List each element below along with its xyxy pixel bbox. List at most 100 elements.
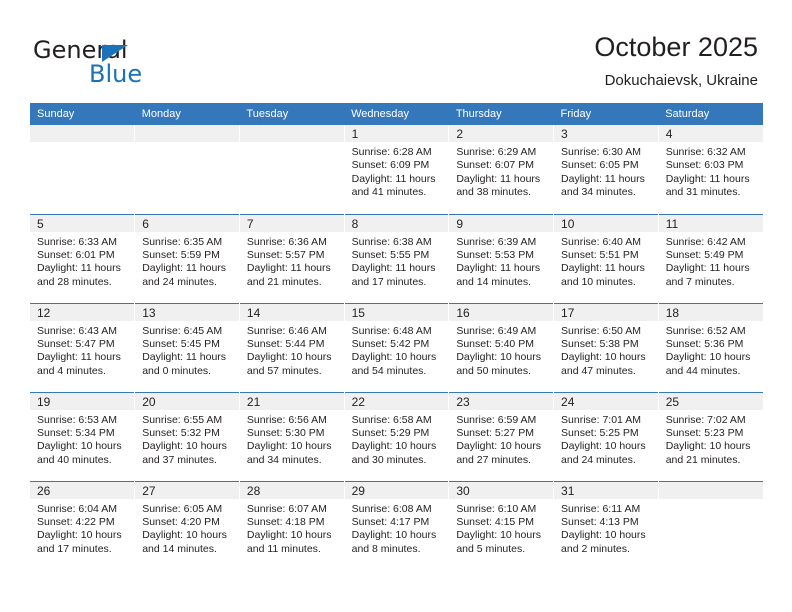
daylight-text: Daylight: 11 hours and 0 minutes. (142, 351, 227, 377)
calendar-day-cell[interactable]: 21 Sunrise: 6:56 AM Sunset: 5:30 PM Dayligh… (239, 391, 345, 481)
daylight-text: Daylight: 11 hours and 38 minutes. (456, 172, 541, 199)
calendar-day-cell[interactable]: 17 Sunrise: 6:50 AM Sunset: 5:38 PM Dayligh… (553, 302, 659, 392)
day-number: 18 (658, 303, 763, 321)
sunrise-text: Sunrise: 6:04 AM (37, 502, 117, 515)
calendar-day-cell[interactable]: 16 Sunrise: 6:49 AM Sunset: 5:40 PM Dayligh… (448, 302, 555, 392)
calendar-day-cell-empty (658, 480, 763, 570)
sunset-text: Sunset: 4:13 PM (561, 515, 639, 528)
day-details: Sunrise: 6:07 AM Sunset: 4:18 PM Daylight:… (240, 499, 344, 557)
daylight-text: Daylight: 11 hours and 7 minutes. (665, 262, 750, 288)
day-number: 6 (135, 214, 239, 232)
day-number: 9 (449, 214, 554, 232)
calendar-day-cell[interactable]: 3 Sunrise: 6:30 AM Sunset: 6:05 PM Daylight… (553, 125, 659, 214)
sunset-text: Sunset: 4:17 PM (351, 515, 430, 528)
daylight-text: Daylight: 10 hours and 30 minutes. (351, 440, 437, 466)
calendar-day-cell[interactable]: 29 Sunrise: 6:08 AM Sunset: 4:17 PM Dayligh… (344, 480, 450, 570)
calendar-day-cell[interactable]: 8 Sunrise: 6:38 AM Sunset: 5:55 PM Daylight… (344, 213, 450, 303)
calendar-day-cell[interactable]: 22 Sunrise: 6:58 AM Sunset: 5:29 PM Dayligh… (344, 391, 450, 481)
day-details: Sunrise: 6:04 AM Sunset: 4:22 PM Daylight:… (30, 499, 134, 557)
calendar-day-cell[interactable]: 2 Sunrise: 6:29 AM Sunset: 6:07 PM Daylight… (448, 125, 555, 214)
day-number: 24 (554, 392, 658, 410)
daylight-text: Daylight: 11 hours and 10 minutes. (561, 262, 645, 288)
general-blue-logo[interactable]: General Blue (33, 36, 233, 92)
calendar-day-cell[interactable]: 28 Sunrise: 6:07 AM Sunset: 4:18 PM Dayligh… (239, 480, 345, 570)
day-number: 13 (135, 303, 239, 321)
sunrise-text: Sunrise: 6:10 AM (456, 502, 537, 515)
page-title: October 2025 (594, 32, 758, 62)
sunrise-text: Sunrise: 6:55 AM (142, 413, 223, 426)
calendar-day-cell[interactable]: 24 Sunrise: 7:01 AM Sunset: 5:25 PM Dayligh… (553, 391, 659, 481)
day-details: Sunrise: 6:56 AM Sunset: 5:30 PM Daylight:… (240, 410, 344, 468)
calendar-day-cell[interactable]: 25 Sunrise: 7:02 AM Sunset: 5:23 PM Dayligh… (658, 391, 763, 481)
calendar-day-cell[interactable]: 6 Sunrise: 6:35 AM Sunset: 5:59 PM Daylight… (134, 213, 240, 303)
sunset-text: Sunset: 5:34 PM (37, 426, 115, 439)
calendar-day-cell[interactable]: 20 Sunrise: 6:55 AM Sunset: 5:32 PM Dayligh… (134, 391, 240, 481)
daylight-text: Daylight: 10 hours and 40 minutes. (37, 440, 122, 466)
page-header: General Blue October 2025 Dokuchaievsk, … (0, 0, 792, 103)
day-number (239, 125, 344, 142)
sunrise-text: Sunrise: 6:52 AM (665, 324, 746, 337)
day-details: Sunrise: 6:08 AM Sunset: 4:17 PM Daylight:… (345, 499, 449, 557)
day-details: Sunrise: 6:38 AM Sunset: 5:55 PM Daylight:… (345, 232, 449, 290)
calendar-day-cell[interactable]: 4 Sunrise: 6:32 AM Sunset: 6:03 PM Daylight… (658, 125, 763, 214)
sunset-text: Sunset: 5:44 PM (246, 337, 325, 350)
day-details: Sunrise: 6:05 AM Sunset: 4:20 PM Daylight:… (135, 499, 239, 557)
daylight-text: Daylight: 11 hours and 34 minutes. (561, 172, 645, 199)
calendar-day-cell-empty (239, 125, 345, 214)
weekday-header-saturday: Saturday (658, 103, 763, 125)
calendar-day-cell[interactable]: 14 Sunrise: 6:46 AM Sunset: 5:44 PM Dayligh… (239, 302, 345, 392)
daylight-text: Daylight: 11 hours and 17 minutes. (351, 262, 436, 288)
page-subtitle: Dokuchaievsk, Ukraine (604, 72, 758, 89)
daylight-text: Daylight: 11 hours and 24 minutes. (142, 262, 227, 288)
calendar-day-cell[interactable]: 23 Sunrise: 6:59 AM Sunset: 5:27 PM Dayligh… (448, 391, 555, 481)
calendar-day-cell[interactable]: 9 Sunrise: 6:39 AM Sunset: 5:53 PM Daylight… (448, 213, 555, 303)
day-number: 7 (239, 214, 344, 232)
day-details: Sunrise: 6:48 AM Sunset: 5:42 PM Daylight:… (345, 321, 449, 379)
calendar-week-row: 1 Sunrise: 6:28 AM Sunset: 6:09 PM Daylight… (30, 125, 763, 214)
day-number: 3 (554, 125, 658, 142)
calendar-day-cell[interactable]: 11 Sunrise: 6:42 AM Sunset: 5:49 PM Dayligh… (658, 213, 763, 303)
calendar-day-cell[interactable]: 10 Sunrise: 6:40 AM Sunset: 5:51 PM Dayligh… (553, 213, 659, 303)
calendar-day-cell[interactable]: 30 Sunrise: 6:10 AM Sunset: 4:15 PM Dayligh… (448, 480, 555, 570)
sunset-text: Sunset: 5:40 PM (456, 337, 534, 350)
day-number: 2 (449, 125, 554, 142)
daylight-text: Daylight: 11 hours and 41 minutes. (351, 172, 436, 199)
day-details: Sunrise: 6:35 AM Sunset: 5:59 PM Daylight:… (135, 232, 239, 290)
day-details: Sunrise: 6:40 AM Sunset: 5:51 PM Daylight:… (554, 232, 658, 290)
calendar-day-cell[interactable]: 31 Sunrise: 6:11 AM Sunset: 4:13 PM Dayligh… (553, 480, 659, 570)
sunrise-text: Sunrise: 6:48 AM (351, 324, 432, 337)
sunrise-text: Sunrise: 6:42 AM (665, 235, 746, 248)
day-details: Sunrise: 7:02 AM Sunset: 5:23 PM Daylight:… (659, 410, 763, 468)
daylight-text: Daylight: 11 hours and 28 minutes. (37, 262, 121, 288)
calendar-day-cell[interactable]: 1 Sunrise: 6:28 AM Sunset: 6:09 PM Daylight… (344, 125, 450, 214)
day-details: Sunrise: 6:58 AM Sunset: 5:29 PM Daylight:… (345, 410, 449, 468)
calendar-day-cell[interactable]: 12 Sunrise: 6:43 AM Sunset: 5:47 PM Dayligh… (30, 302, 136, 392)
sunrise-text: Sunrise: 6:46 AM (246, 324, 327, 337)
sunset-text: Sunset: 5:23 PM (665, 426, 744, 439)
sunset-text: Sunset: 5:25 PM (561, 426, 639, 439)
sunrise-text: Sunrise: 7:02 AM (665, 413, 746, 426)
day-number: 23 (449, 392, 554, 410)
calendar-grid: Sunday Monday Tuesday Wednesday Thursday… (30, 103, 763, 570)
weekday-header-row: Sunday Monday Tuesday Wednesday Thursday… (30, 103, 763, 125)
daylight-text: Daylight: 10 hours and 5 minutes. (456, 529, 541, 555)
calendar-day-cell[interactable]: 27 Sunrise: 6:05 AM Sunset: 4:20 PM Dayligh… (134, 480, 240, 570)
daylight-text: Daylight: 10 hours and 14 minutes. (142, 529, 227, 555)
calendar-day-cell[interactable]: 18 Sunrise: 6:52 AM Sunset: 5:36 PM Dayligh… (658, 302, 763, 392)
calendar-day-cell[interactable]: 26 Sunrise: 6:04 AM Sunset: 4:22 PM Dayligh… (30, 480, 136, 570)
day-details: Sunrise: 6:10 AM Sunset: 4:15 PM Daylight:… (449, 499, 553, 557)
day-number: 17 (554, 303, 658, 321)
calendar-day-cell[interactable]: 13 Sunrise: 6:45 AM Sunset: 5:45 PM Dayligh… (134, 302, 240, 392)
sunset-text: Sunset: 5:27 PM (456, 426, 534, 439)
calendar-day-cell[interactable]: 19 Sunrise: 6:53 AM Sunset: 5:34 PM Dayligh… (30, 391, 136, 481)
calendar-day-cell[interactable]: 7 Sunrise: 6:36 AM Sunset: 5:57 PM Daylight… (239, 213, 345, 303)
calendar-week-row: 5 Sunrise: 6:33 AM Sunset: 6:01 PM Daylight… (30, 213, 763, 303)
day-number: 10 (554, 214, 658, 232)
daylight-text: Daylight: 11 hours and 31 minutes. (665, 172, 750, 199)
daylight-text: Daylight: 10 hours and 21 minutes. (665, 440, 751, 466)
sunrise-text: Sunrise: 6:32 AM (665, 146, 746, 158)
calendar-day-cell[interactable]: 15 Sunrise: 6:48 AM Sunset: 5:42 PM Dayligh… (344, 302, 450, 392)
day-number: 20 (135, 392, 239, 410)
day-details: Sunrise: 6:53 AM Sunset: 5:34 PM Daylight:… (30, 410, 134, 468)
calendar-day-cell[interactable]: 5 Sunrise: 6:33 AM Sunset: 6:01 PM Daylight… (30, 213, 136, 303)
